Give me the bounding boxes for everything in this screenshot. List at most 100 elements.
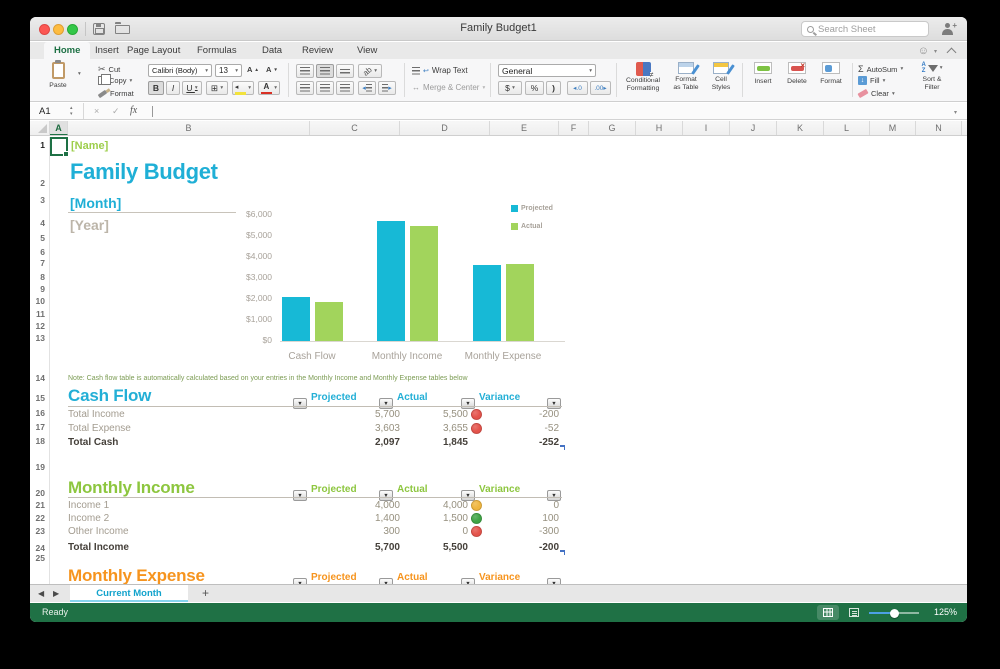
decrease-indent-button[interactable]: ◂ — [358, 81, 376, 95]
select-all-corner[interactable] — [30, 121, 50, 135]
clear-button[interactable]: Clear ▾ — [857, 88, 895, 99]
font-color-button[interactable]: A ▾ — [258, 81, 280, 95]
filter-dropdown-icon[interactable]: ▼ — [461, 398, 475, 409]
zoom-slider-knob[interactable] — [890, 608, 899, 618]
format-as-table-button[interactable]: Format as Table — [668, 62, 704, 93]
row-header-13[interactable]: 13 — [30, 333, 49, 346]
filter-dropdown-icon[interactable]: ▼ — [293, 490, 307, 501]
row-header-5[interactable]: 5 — [30, 233, 49, 246]
row-header-1[interactable]: 1 — [30, 140, 49, 153]
column-header-f[interactable]: F — [559, 121, 589, 135]
row-header-4[interactable]: 4 — [30, 218, 49, 231]
row-header-25[interactable]: 25 — [30, 553, 49, 566]
underline-button[interactable]: U ▾ — [182, 81, 202, 95]
column-header-j[interactable]: J — [730, 121, 777, 135]
row-header-18[interactable]: 18 — [30, 436, 49, 449]
table-resize-handle[interactable] — [560, 550, 565, 555]
cell-styles-button[interactable]: Cell Styles — [706, 62, 736, 93]
bold-button[interactable]: B — [148, 81, 164, 95]
font-name-select[interactable]: Calibri (Body) ▾ — [148, 64, 212, 77]
row-header-22[interactable]: 22 — [30, 513, 49, 526]
column-header-n[interactable]: N — [916, 121, 962, 135]
feedback-caret-icon[interactable]: ▾ — [934, 48, 937, 55]
normal-view-button[interactable] — [817, 605, 839, 620]
column-header-k[interactable]: K — [777, 121, 824, 135]
comma-format-button[interactable]: ) — [546, 81, 561, 95]
column-header-h[interactable]: H — [636, 121, 683, 135]
filter-dropdown-icon[interactable]: ▼ — [379, 398, 393, 409]
shrink-font-button[interactable]: A ▾ — [266, 65, 277, 74]
align-bottom-button[interactable] — [336, 64, 354, 78]
row-header-3[interactable]: 3 — [30, 195, 49, 208]
tab-home[interactable]: Home — [44, 42, 91, 59]
align-center-button[interactable] — [316, 81, 334, 95]
row-header-19[interactable]: 19 — [30, 462, 49, 475]
insert-cells-button[interactable]: Insert — [748, 62, 778, 86]
row-header-16[interactable]: 16 — [30, 408, 49, 421]
filter-dropdown-icon[interactable]: ▼ — [293, 398, 307, 409]
column-header-a[interactable]: A — [50, 121, 68, 135]
row-header-17[interactable]: 17 — [30, 422, 49, 435]
feedback-smiley-icon[interactable]: ☺ — [918, 45, 929, 57]
delete-cells-button[interactable]: × Delete — [782, 61, 812, 86]
font-size-select[interactable]: 13 ▾ — [215, 64, 242, 77]
cancel-entry-icon[interactable]: × — [94, 103, 99, 119]
fill-button[interactable]: ↓ Fill ▾ — [858, 76, 885, 85]
confirm-entry-icon[interactable]: ✓ — [112, 103, 120, 119]
row-header-23[interactable]: 23 — [30, 526, 49, 539]
merge-center-button[interactable]: ↔ Merge & Center ▾ — [412, 83, 485, 92]
autosum-button[interactable]: Σ AutoSum ▾ — [858, 64, 903, 74]
formula-bar-expand-icon[interactable]: ▾ — [954, 109, 957, 116]
column-header-g[interactable]: G — [589, 121, 636, 135]
row-header-7[interactable]: 7 — [30, 258, 49, 271]
number-format-select[interactable]: General ▾ — [498, 64, 596, 77]
row-header-10[interactable]: 10 — [30, 296, 49, 309]
tab-formulas[interactable]: Formulas — [187, 42, 247, 59]
format-painter-button[interactable]: Format — [97, 89, 134, 98]
column-header-l[interactable]: L — [824, 121, 870, 135]
column-header-b[interactable]: B — [68, 121, 310, 135]
italic-button[interactable]: I — [166, 81, 180, 95]
fill-color-button[interactable]: ◂ ▾ — [232, 81, 254, 95]
orientation-button[interactable]: ab ▾ — [358, 64, 382, 78]
share-user-icon[interactable]: + — [942, 21, 957, 35]
increase-indent-button[interactable]: ▸ — [378, 81, 396, 95]
column-header-c[interactable]: C — [310, 121, 400, 135]
align-top-button[interactable] — [296, 64, 314, 78]
sort-filter-button[interactable]: AZ ▾ Sort & Filter — [912, 62, 952, 93]
search-box[interactable] — [801, 21, 929, 37]
align-left-button[interactable] — [296, 81, 314, 95]
paste-caret-icon[interactable]: ▾ — [78, 71, 81, 77]
sheet-grid[interactable]: 1 2 3 4 5 6 7 8 9 10 11 12 13 14 15 16 17 18 19 20 21 22 23 24 2… — [30, 137, 967, 584]
increase-decimal-button[interactable]: ◂.0 — [567, 81, 588, 95]
cell-year-placeholder[interactable]: [Year] — [70, 217, 109, 233]
wrap-text-button[interactable]: ↩ Wrap Text — [412, 66, 468, 75]
formula-input[interactable] — [145, 103, 947, 119]
percent-format-button[interactable]: % — [525, 81, 544, 95]
budget-bar-chart[interactable]: $0 $1,000 $2,000 $3,000 $4,000 $5,000 $6,000 Ca… — [230, 203, 576, 363]
cell-month-placeholder[interactable]: [Month] — [70, 195, 121, 211]
page-layout-view-button[interactable] — [843, 605, 865, 620]
tab-page-layout[interactable]: Page Layout — [117, 42, 190, 59]
column-header-e[interactable]: E — [490, 121, 559, 135]
row-header-21[interactable]: 21 — [30, 500, 49, 513]
tab-review[interactable]: Review — [292, 42, 343, 59]
currency-format-button[interactable]: $ ▾ — [498, 81, 522, 95]
align-right-button[interactable] — [336, 81, 354, 95]
decrease-decimal-button[interactable]: .00▸ — [590, 81, 611, 95]
column-header-i[interactable]: I — [683, 121, 730, 135]
insert-function-icon[interactable]: fx — [130, 103, 137, 119]
collapse-ribbon-icon[interactable] — [946, 47, 957, 58]
column-header-m[interactable]: M — [870, 121, 916, 135]
cell-name-placeholder[interactable]: [Name] — [71, 140, 108, 152]
sheet-title[interactable]: Family Budget — [70, 159, 218, 185]
next-sheet-icon[interactable]: ▶ — [53, 589, 59, 598]
name-box-stepper[interactable]: ▴ ▾ — [70, 105, 73, 117]
paste-button[interactable]: Paste — [40, 60, 76, 90]
format-cells-button[interactable]: Format — [816, 62, 846, 86]
sheet-tab-current-month[interactable]: Current Month — [70, 585, 188, 602]
row-header-15[interactable]: 15 — [30, 393, 49, 406]
row-header-2[interactable]: 2 — [30, 178, 49, 191]
table-resize-handle[interactable] — [560, 445, 565, 450]
tab-data[interactable]: Data — [252, 42, 292, 59]
